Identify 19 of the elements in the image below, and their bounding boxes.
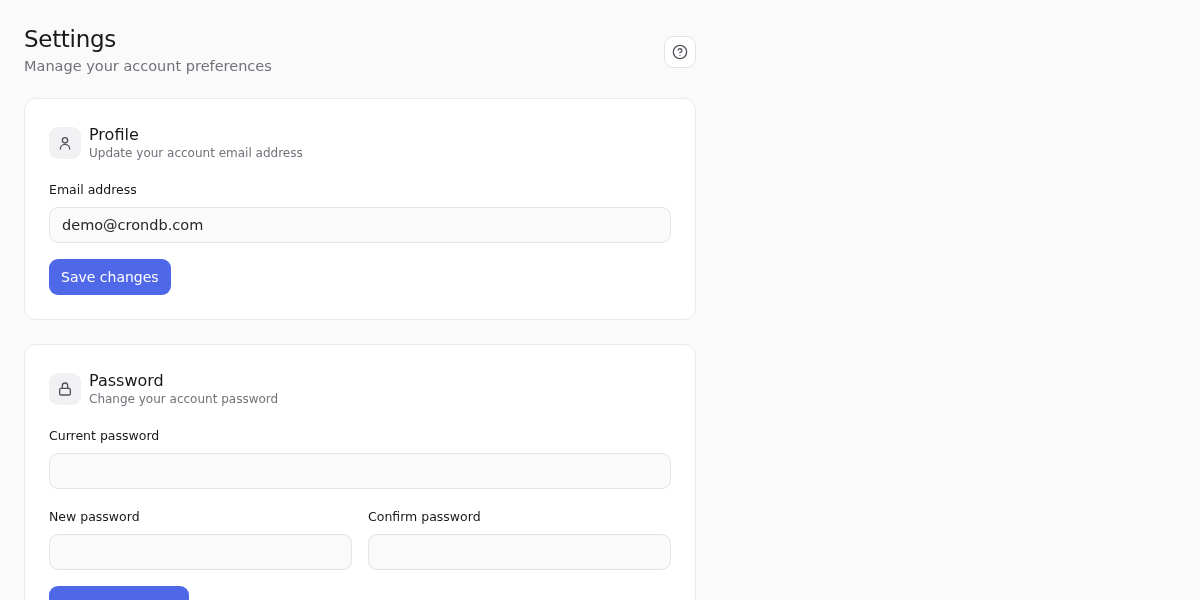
section-subtitle: Change your account password — [89, 392, 279, 406]
section-title: Password — [89, 371, 165, 390]
password-field[interactable] — [368, 534, 671, 570]
email-field[interactable]: demo@crondb.com — [49, 207, 671, 243]
password-field[interactable] — [49, 453, 671, 489]
field-label: Confirm password — [368, 509, 482, 524]
help-button[interactable] — [664, 36, 696, 68]
save-button[interactable]: Save changes — [49, 259, 171, 295]
password-field[interactable] — [49, 534, 352, 570]
field-label: Current password — [49, 428, 161, 443]
field-label: New password — [49, 509, 141, 524]
field-label: Email address — [49, 182, 138, 197]
section-title: Profile — [89, 125, 140, 144]
user-icon — [49, 126, 81, 159]
help-icon — [672, 44, 688, 60]
section-subtitle: Update your account email address — [89, 146, 303, 160]
page-title: Settings — [24, 26, 117, 52]
lock-icon — [49, 372, 81, 405]
page-subtitle: Manage your account preferences — [24, 58, 272, 74]
